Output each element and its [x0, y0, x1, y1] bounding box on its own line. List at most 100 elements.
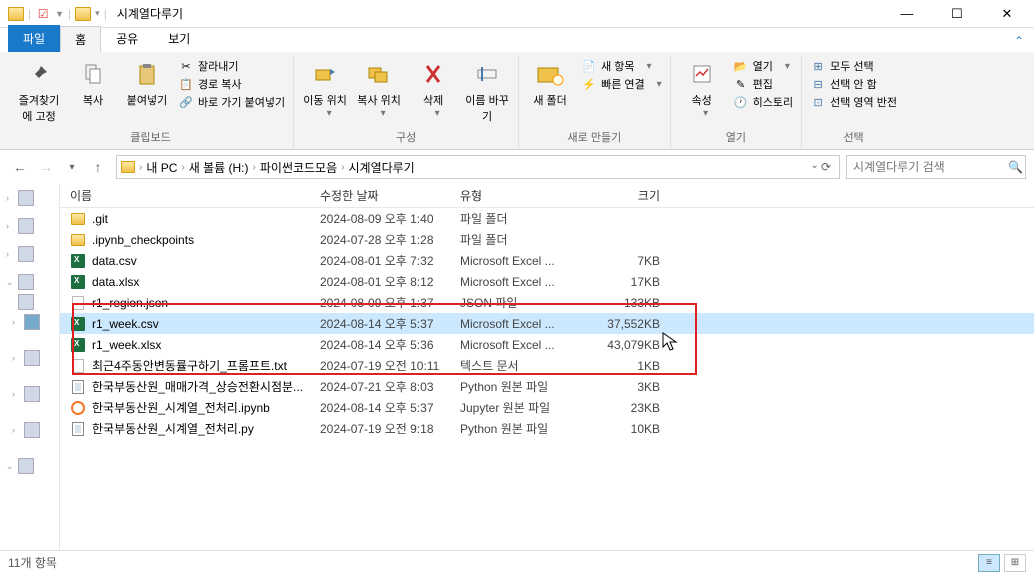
history-button[interactable]: 🕐히스토리: [733, 94, 793, 110]
file-list: 이름 수정한 날짜 유형 크기 .git2024-08-09 오후 1:40파일…: [60, 184, 1034, 550]
breadcrumb-segment[interactable]: 새 볼륨 (H:): [185, 159, 253, 176]
nav-back-button[interactable]: ←: [8, 155, 32, 179]
file-date: 2024-08-14 오후 5:37: [320, 315, 460, 332]
nav-item[interactable]: ›: [2, 216, 57, 236]
nav-item[interactable]: ›: [2, 384, 57, 404]
file-date: 2024-07-19 오전 10:11: [320, 357, 460, 374]
qat-check-icon[interactable]: ☑: [35, 7, 51, 21]
column-header-date[interactable]: 수정한 날짜: [320, 187, 460, 204]
nav-recent-button[interactable]: ▾: [60, 155, 84, 179]
nav-item[interactable]: ›: [2, 244, 57, 264]
new-folder-button[interactable]: 새 폴더: [525, 56, 575, 110]
rename-button[interactable]: 이름 바꾸기: [462, 56, 512, 126]
invert-selection-button[interactable]: ⊡선택 영역 반전: [810, 94, 897, 110]
tab-home[interactable]: 홈: [60, 26, 101, 52]
new-item-button[interactable]: 📄새 항목▾: [581, 58, 662, 74]
file-row[interactable]: r1_region.json2024-08-09 오후 1:37JSON 파일1…: [60, 292, 1034, 313]
py-icon: [70, 421, 86, 437]
copy-button[interactable]: 복사: [68, 56, 118, 110]
breadcrumb[interactable]: › 내 PC › 새 볼륨 (H:) › 파이썬코드모음 › 시계열다루기 ⌄ …: [116, 155, 840, 179]
select-all-button[interactable]: ⊞모두 선택: [810, 58, 897, 74]
file-row[interactable]: 한국부동산원_시계열_전처리.ipynb2024-08-14 오후 5:37Ju…: [60, 397, 1034, 418]
history-dropdown-button[interactable]: ⌄: [811, 160, 819, 174]
copy-path-button[interactable]: 📋경로 복사: [178, 76, 285, 92]
cut-button[interactable]: ✂잘라내기: [178, 58, 285, 74]
search-input[interactable]: [853, 160, 1008, 174]
folder-icon: [70, 232, 86, 248]
nav-up-button[interactable]: ↑: [86, 155, 110, 179]
nav-item[interactable]: ›: [2, 312, 57, 332]
pin-icon: [23, 58, 55, 90]
minimize-button[interactable]: —: [892, 4, 922, 24]
nav-item[interactable]: ›: [2, 420, 57, 440]
nav-item[interactable]: ›: [2, 348, 57, 368]
copy-icon: [77, 58, 109, 90]
nav-item[interactable]: ⌄: [2, 456, 57, 476]
tab-view[interactable]: 보기: [153, 25, 205, 52]
file-date: 2024-08-14 오후 5:36: [320, 336, 460, 353]
edit-button[interactable]: ✎편집: [733, 76, 793, 92]
nav-item[interactable]: ⌄: [2, 272, 57, 292]
file-row[interactable]: data.xlsx2024-08-01 오후 8:12Microsoft Exc…: [60, 271, 1034, 292]
qat-separator: |: [28, 7, 31, 21]
navigation-pane[interactable]: › › › ⌄ › › › › ⌄: [0, 184, 60, 550]
refresh-button[interactable]: ⟳: [821, 160, 831, 174]
file-name: data.xlsx: [92, 275, 139, 289]
file-date: 2024-08-09 오후 1:37: [320, 294, 460, 311]
ribbon-collapse-button[interactable]: ⌃: [1004, 30, 1034, 52]
paste-shortcut-button[interactable]: 🔗바로 가기 붙여넣기: [178, 94, 285, 110]
file-type: Microsoft Excel ...: [460, 338, 590, 352]
column-header-name[interactable]: 이름: [60, 187, 320, 204]
delete-button[interactable]: 삭제▾: [408, 56, 458, 121]
close-button[interactable]: ✕: [992, 4, 1022, 24]
breadcrumb-segment[interactable]: 시계열다루기: [344, 159, 418, 176]
icons-view-button[interactable]: ⊞: [1004, 554, 1026, 572]
file-size: 7KB: [590, 254, 670, 268]
nav-item[interactable]: [2, 292, 57, 312]
qat-dropdown-icon[interactable]: ▾: [95, 8, 100, 19]
file-size: 3KB: [590, 380, 670, 394]
file-row[interactable]: .ipynb_checkpoints2024-07-28 오후 1:28파일 폴…: [60, 229, 1034, 250]
file-row[interactable]: r1_week.csv2024-08-14 오후 5:37Microsoft E…: [60, 313, 1034, 334]
paste-button[interactable]: 붙여넣기: [122, 56, 172, 110]
details-view-button[interactable]: ≡: [978, 554, 1000, 572]
breadcrumb-segment[interactable]: 파이썬코드모음: [256, 159, 341, 176]
open-button[interactable]: 📂열기▾: [733, 58, 793, 74]
copy-to-button[interactable]: 복사 위치▾: [354, 56, 404, 121]
maximize-button[interactable]: ☐: [942, 4, 972, 24]
column-headers[interactable]: 이름 수정한 날짜 유형 크기: [60, 184, 1034, 208]
properties-button[interactable]: 속성▾: [677, 56, 727, 121]
breadcrumb-segment[interactable]: 내 PC: [142, 159, 181, 176]
qat-dropdown-icon[interactable]: ▼: [55, 9, 64, 19]
properties-icon: [686, 58, 718, 90]
nav-icon: [18, 246, 34, 262]
chevron-right-icon: ›: [12, 425, 22, 435]
nav-item[interactable]: ›: [2, 188, 57, 208]
file-size: 133KB: [590, 296, 670, 310]
status-bar: 11개 항목 ≡ ⊞: [0, 550, 1034, 574]
move-to-button[interactable]: 이동 위치▾: [300, 56, 350, 121]
search-box[interactable]: 🔍: [846, 155, 1026, 179]
file-row[interactable]: r1_week.xlsx2024-08-14 오후 5:36Microsoft …: [60, 334, 1034, 355]
ribbon-group-select: ⊞모두 선택 ⊟선택 안 함 ⊡선택 영역 반전 선택: [802, 56, 905, 149]
pin-to-quick-access-button[interactable]: 즐겨찾기에 고정: [14, 56, 64, 126]
tab-file[interactable]: 파일: [8, 25, 60, 52]
file-row[interactable]: 최근4주동안변동률구하기_프롬프트.txt2024-07-19 오전 10:11…: [60, 355, 1034, 376]
file-row[interactable]: 한국부동산원_매매가격_상승전환시점분...2024-07-21 오후 8:03…: [60, 376, 1034, 397]
file-row[interactable]: 한국부동산원_시계열_전처리.py2024-07-19 오전 9:18Pytho…: [60, 418, 1034, 439]
easy-access-button[interactable]: ⚡빠른 연결▾: [581, 76, 662, 92]
column-header-type[interactable]: 유형: [460, 187, 590, 204]
select-none-button[interactable]: ⊟선택 안 함: [810, 76, 897, 92]
tab-share[interactable]: 공유: [101, 25, 153, 52]
file-row[interactable]: data.csv2024-08-01 오후 7:32Microsoft Exce…: [60, 250, 1034, 271]
file-date: 2024-08-14 오후 5:37: [320, 399, 460, 416]
file-date: 2024-08-09 오후 1:40: [320, 210, 460, 227]
nav-forward-button[interactable]: →: [34, 155, 58, 179]
ribbon-group-organize: 이동 위치▾ 복사 위치▾ 삭제▾ 이름 바꾸기 구성: [294, 56, 519, 149]
chevron-right-icon: ›: [12, 317, 22, 327]
column-header-size[interactable]: 크기: [590, 187, 670, 204]
file-type: Microsoft Excel ...: [460, 317, 590, 331]
nav-icon: [18, 458, 34, 474]
search-icon[interactable]: 🔍: [1008, 160, 1023, 174]
file-row[interactable]: .git2024-08-09 오후 1:40파일 폴더: [60, 208, 1034, 229]
